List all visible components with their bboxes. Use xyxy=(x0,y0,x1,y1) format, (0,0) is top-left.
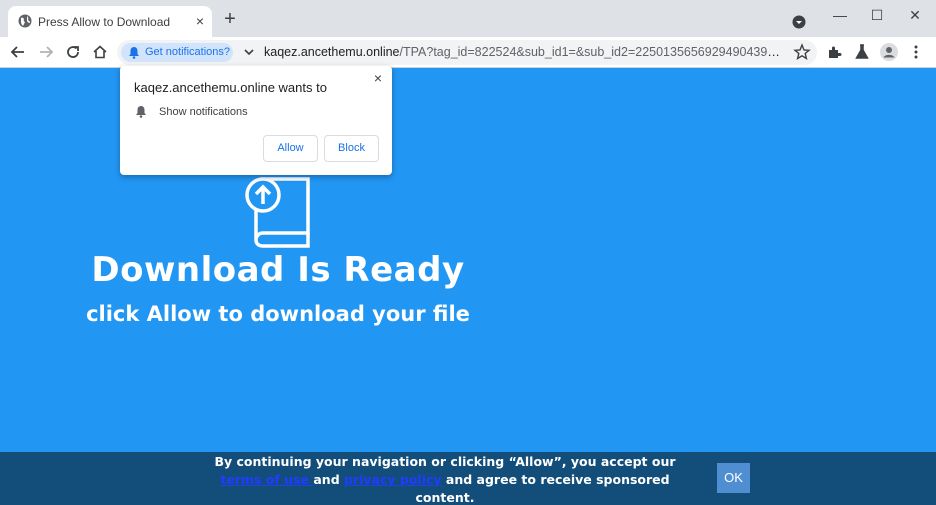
consent-text: By continuing your navigation or clickin… xyxy=(195,453,695,505)
maximize-button[interactable]: ☐ xyxy=(866,6,888,24)
home-icon[interactable] xyxy=(90,42,110,62)
bell-icon xyxy=(136,106,146,118)
consent-text-part: and xyxy=(313,472,344,487)
consent-text-part: By continuing your navigation or clickin… xyxy=(214,454,676,469)
terms-of-use-link[interactable]: terms of use xyxy=(220,472,313,487)
bell-icon xyxy=(129,47,139,59)
forward-icon[interactable] xyxy=(36,42,56,62)
ok-button[interactable]: OK xyxy=(717,463,750,493)
block-button[interactable]: Block xyxy=(324,135,379,162)
back-icon[interactable] xyxy=(8,42,28,62)
popup-title: kaqez.ancethemu.online wants to xyxy=(134,80,327,95)
chevron-down-icon[interactable] xyxy=(242,45,256,59)
headline: Download Is Ready xyxy=(91,250,465,290)
star-icon[interactable] xyxy=(793,43,811,61)
tab-close-icon[interactable]: × xyxy=(191,12,209,30)
privacy-policy-link[interactable]: privacy policy xyxy=(344,472,442,487)
url-text[interactable]: kaqez.ancethemu.online/TPA?tag_id=822524… xyxy=(264,45,786,59)
labs-icon[interactable] xyxy=(852,42,872,62)
close-icon[interactable]: × xyxy=(370,70,386,86)
consent-bar: By continuing your navigation or clickin… xyxy=(0,452,936,505)
close-window-button[interactable]: ✕ xyxy=(904,6,926,24)
reload-icon[interactable] xyxy=(63,42,83,62)
menu-icon[interactable] xyxy=(906,42,926,62)
url-host: kaqez.ancethemu.online xyxy=(264,45,400,59)
consent-text-part: and agree to receive sponsored content. xyxy=(415,472,670,505)
address-bar[interactable]: Get notifications? kaqez.ancethemu.onlin… xyxy=(117,40,817,65)
search-tabs-icon[interactable] xyxy=(792,15,806,29)
url-path: /TPA?tag_id=822524&sub_id1=&sub_id2=2250… xyxy=(399,45,786,59)
notifications-chip-label: Get notifications? xyxy=(145,46,230,58)
book-upload-icon xyxy=(245,177,310,248)
tab-strip: Press Allow to Download × + — ☐ ✕ xyxy=(0,0,936,37)
permission-label: Show notifications xyxy=(159,106,248,118)
globe-icon xyxy=(18,14,32,28)
notifications-chip[interactable]: Get notifications? xyxy=(121,43,233,62)
new-tab-button[interactable]: + xyxy=(220,9,240,29)
toolbar: Get notifications? kaqez.ancethemu.onlin… xyxy=(0,37,936,68)
tab-title: Press Allow to Download xyxy=(38,15,171,29)
minimize-button[interactable]: — xyxy=(829,6,851,24)
browser-tab[interactable]: Press Allow to Download × xyxy=(8,6,212,37)
profile-icon[interactable] xyxy=(879,42,899,62)
notification-permission-popup: kaqez.ancethemu.online wants to × Show n… xyxy=(120,66,392,175)
allow-button[interactable]: Allow xyxy=(263,135,318,162)
extensions-icon[interactable] xyxy=(825,42,845,62)
subheadline: click Allow to download your file xyxy=(86,302,470,326)
